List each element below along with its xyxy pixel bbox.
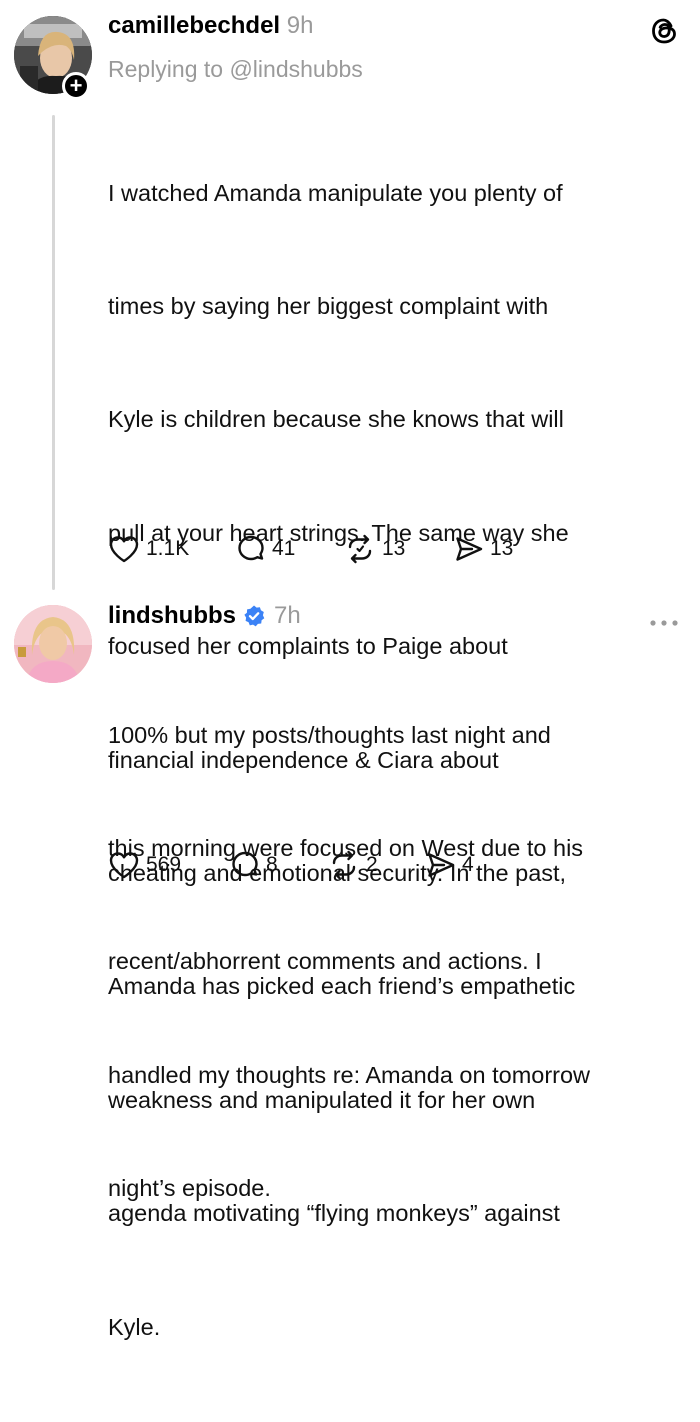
like-count: 569: [146, 853, 182, 876]
post-actions: 569 8 2 4: [108, 847, 506, 883]
post-body: 100% but my posts/thoughts last night an…: [108, 641, 688, 1284]
share-button[interactable]: 13: [454, 534, 544, 564]
like-button[interactable]: 569: [108, 850, 230, 880]
share-button[interactable]: 4: [426, 850, 506, 880]
post-author[interactable]: camillebechdel 9h: [108, 12, 313, 40]
repost-button[interactable]: 2: [328, 850, 426, 880]
post-body-line: Kyle is children because she knows that …: [108, 406, 564, 433]
like-button[interactable]: 1.1K: [108, 534, 236, 564]
reply-button[interactable]: 41: [236, 534, 344, 564]
repost-count: 13: [382, 537, 406, 560]
repost-button[interactable]: 13: [344, 534, 454, 564]
more-icon[interactable]: [648, 615, 680, 626]
post-body-line: night’s episode.: [108, 1175, 271, 1202]
reply-count: 41: [272, 537, 296, 560]
comment-icon: [232, 851, 258, 877]
reply-count: 8: [266, 853, 278, 876]
post-lindshubbs: lindshubbs 7h 100% but my posts/thoughts…: [0, 595, 700, 1201]
reply-button[interactable]: 8: [230, 850, 328, 880]
comment-icon: [238, 535, 264, 561]
heart-icon: [109, 536, 139, 563]
heart-icon: [109, 852, 139, 879]
post-time: 7h: [274, 602, 301, 629]
threads-logo-icon[interactable]: [648, 15, 680, 47]
repost-icon: [332, 850, 356, 880]
follow-plus-icon[interactable]: +: [62, 72, 90, 100]
replying-to: Replying to @lindshubbs: [108, 56, 363, 82]
post-body-line: times by saying her biggest complaint wi…: [108, 292, 549, 319]
share-icon: [456, 537, 483, 561]
post-body-line: handled my thoughts re: Amanda on tomorr…: [108, 1061, 591, 1088]
post-author[interactable]: lindshubbs 7h: [108, 602, 301, 630]
post-body-line: Kyle.: [108, 1313, 161, 1340]
post-body-line: recent/abhorrent comments and actions. I: [108, 948, 542, 975]
like-count: 1.1K: [146, 537, 190, 560]
verified-badge-icon: [244, 605, 265, 627]
repost-count: 2: [366, 853, 378, 876]
share-count: 13: [490, 537, 514, 560]
post-body-line: 100% but my posts/thoughts last night an…: [108, 721, 551, 748]
username[interactable]: lindshubbs: [108, 602, 236, 630]
avatar[interactable]: [14, 605, 92, 683]
post-actions: 1.1K 41 13 13: [108, 531, 544, 567]
share-count: 4: [462, 853, 474, 876]
post-body-line: I watched Amanda manipulate you plenty o…: [108, 179, 563, 206]
repost-icon: [348, 534, 372, 564]
post-camillebechdel: + camillebechdel 9h Replying to @lindshu…: [0, 0, 700, 1340]
thread-line: [52, 115, 55, 590]
post-time: 9h: [286, 12, 314, 39]
username[interactable]: camillebechdel: [108, 12, 280, 39]
share-icon: [428, 853, 455, 877]
